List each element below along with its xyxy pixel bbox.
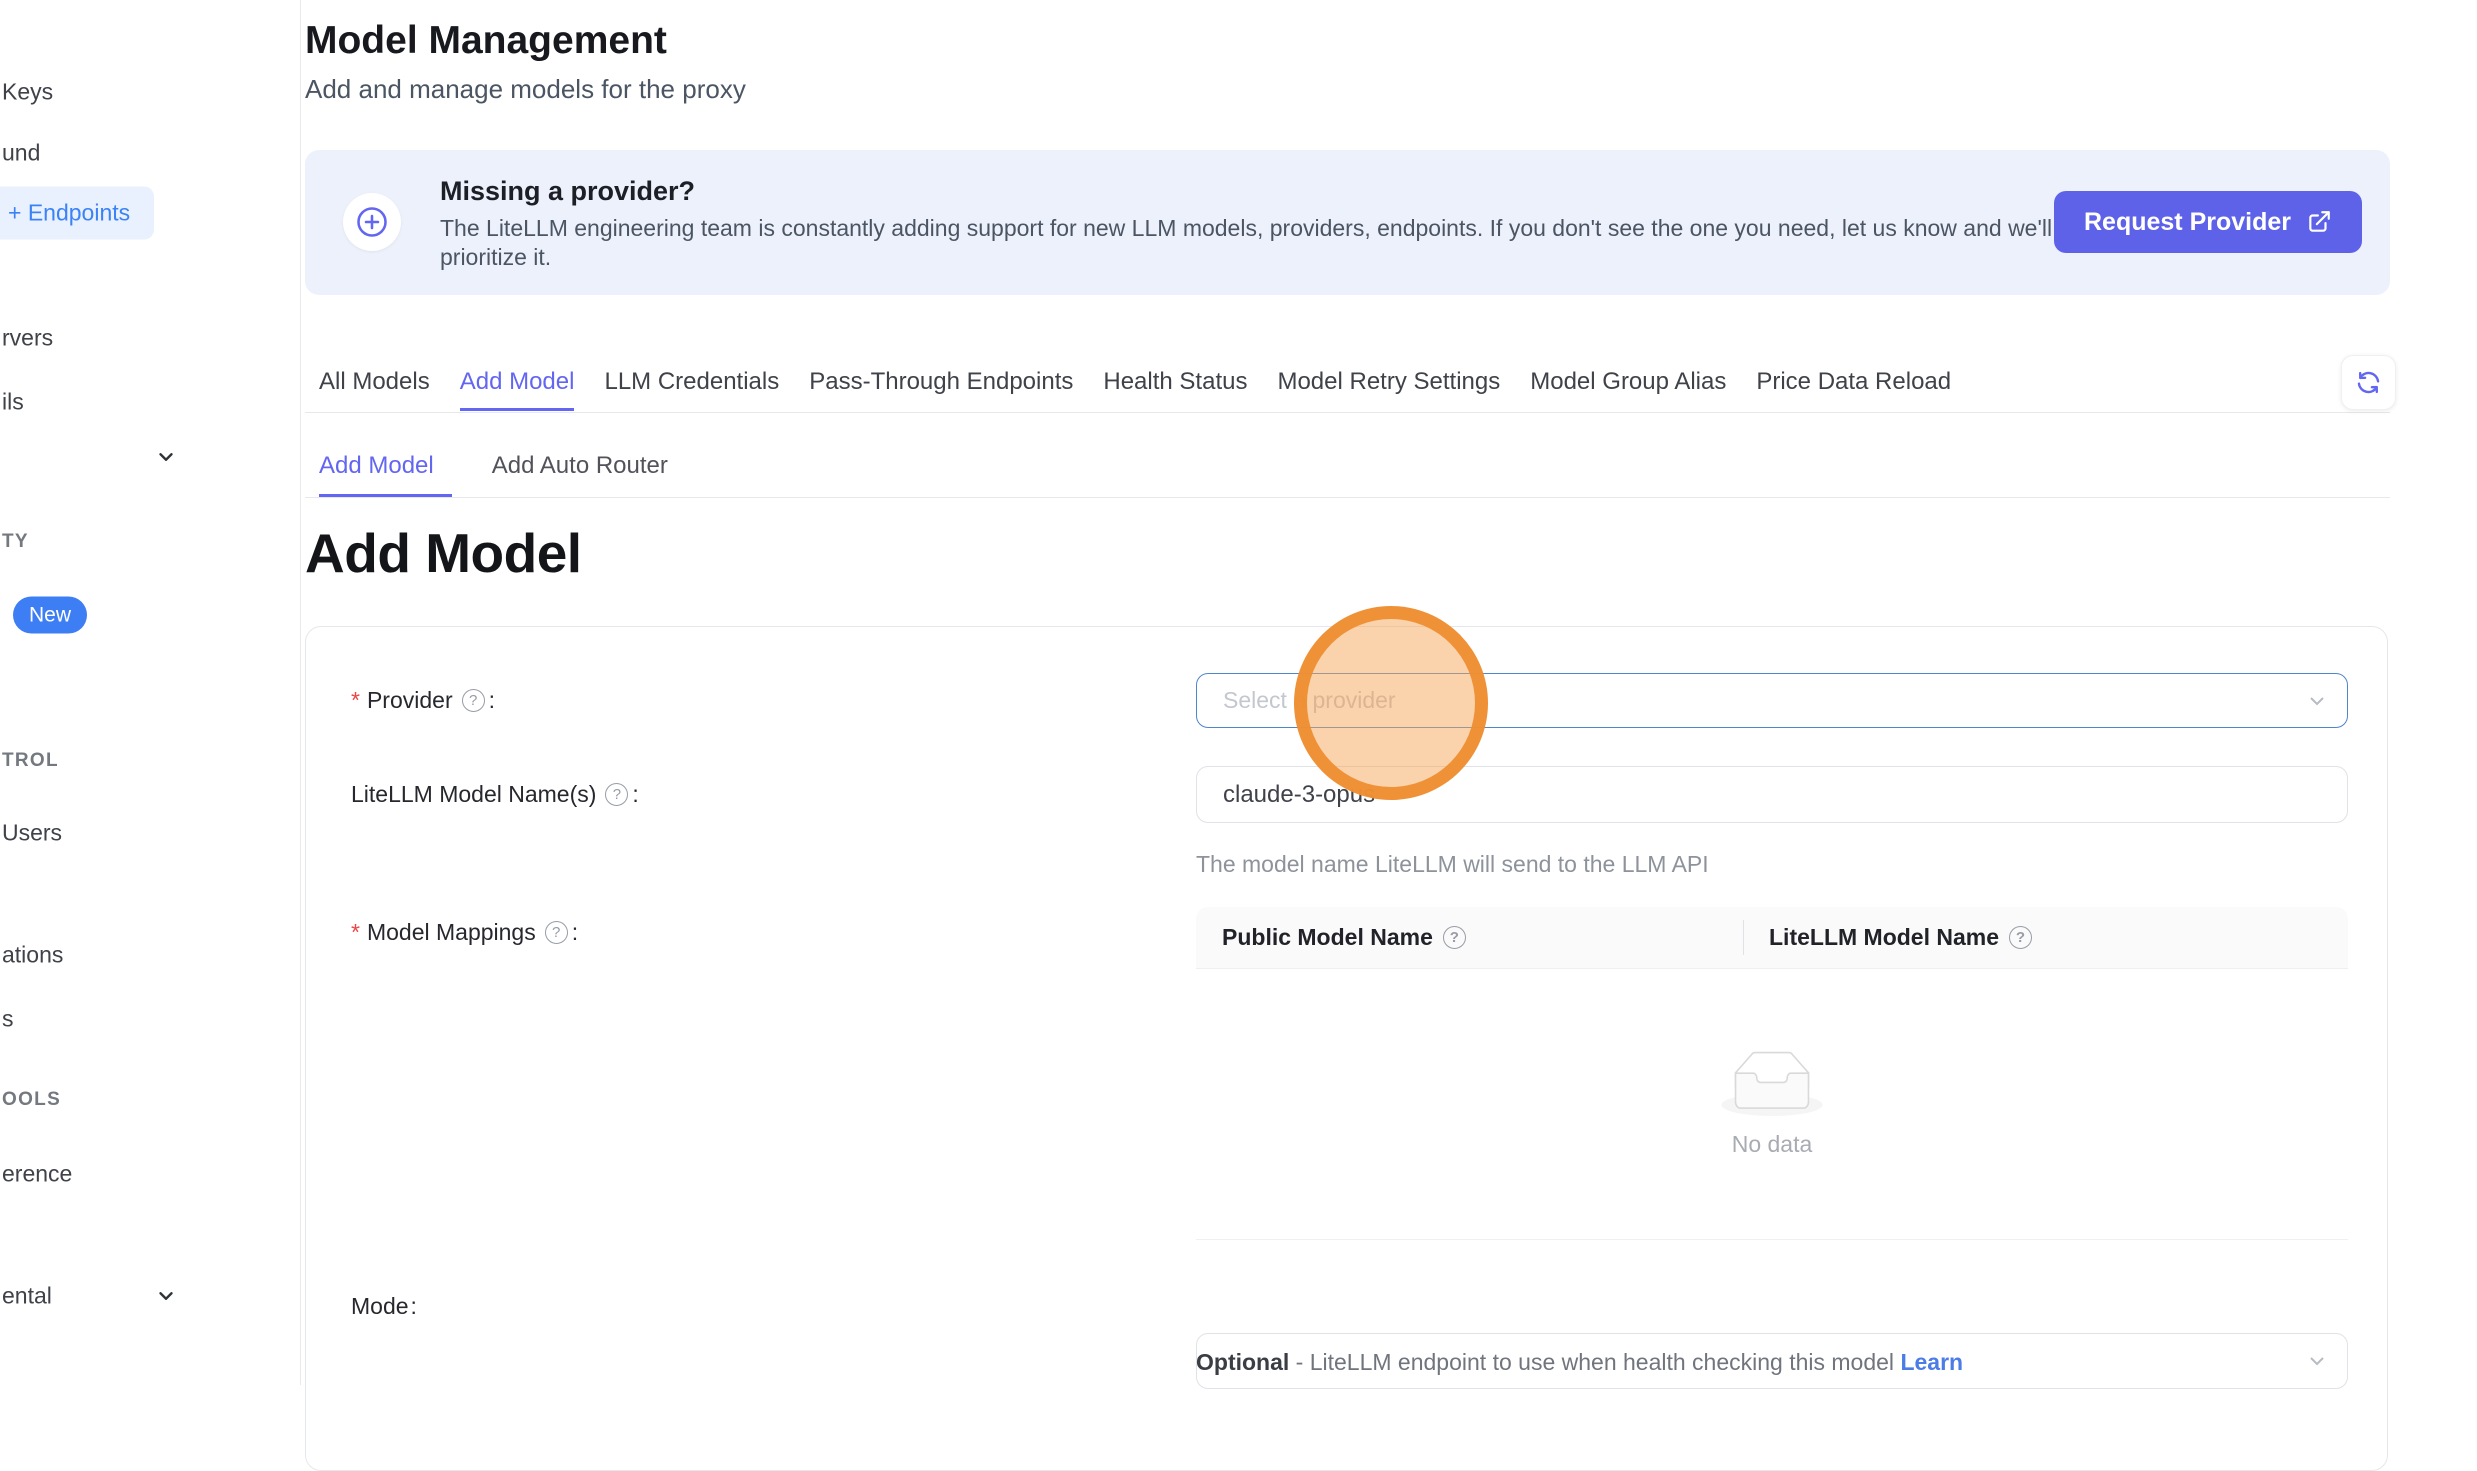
provider-placeholder: Select a provider: [1223, 687, 1396, 714]
provider-label: * Provider ? :: [351, 673, 495, 728]
sidebar-item-endpoints[interactable]: + Endpoints: [0, 187, 154, 240]
sidebar: Keys und + Endpoints rvers ils TY New TROL Users…: [0, 0, 301, 1385]
tabs-divider: [305, 412, 2390, 413]
sidebar-item-ations[interactable]: ations: [2, 942, 63, 969]
sidebar-item-erence[interactable]: erence: [2, 1161, 72, 1188]
page-subtitle: Add and manage models for the proxy: [305, 74, 746, 105]
tab-model-group-alias[interactable]: Model Group Alias: [1530, 368, 1726, 411]
model-mappings-label: * Model Mappings ? :: [351, 920, 578, 944]
subtab-add-auto-router[interactable]: Add Auto Router: [492, 452, 686, 498]
tab-pass-through-endpoints[interactable]: Pass-Through Endpoints: [809, 368, 1073, 411]
sidebar-section-ools: OOLS: [2, 1089, 61, 1111]
tab-model-retry-settings[interactable]: Model Retry Settings: [1277, 368, 1500, 411]
column-header-litellm-model-name: LiteLLM Model Name ?: [1743, 924, 2036, 951]
table-empty-state: No data: [1196, 969, 2348, 1240]
sidebar-item-keys[interactable]: Keys: [2, 79, 53, 106]
provider-select[interactable]: Select a provider: [1196, 673, 2348, 728]
question-circle-icon[interactable]: ?: [1443, 926, 1466, 949]
question-circle-icon[interactable]: ?: [605, 783, 628, 806]
sidebar-section-trol: TROL: [2, 750, 59, 772]
subtab-add-model[interactable]: Add Model: [319, 452, 452, 498]
main-content: Model Management Add and manage models f…: [305, 0, 2390, 1385]
plus-circle-icon: [343, 193, 401, 251]
refresh-icon: [2355, 369, 2382, 396]
chevron-down-icon[interactable]: [155, 446, 177, 468]
chevron-down-icon: [2305, 1349, 2329, 1373]
model-name-label: LiteLLM Model Name(s) ? :: [351, 766, 639, 823]
required-mark: *: [351, 919, 360, 946]
subtabs-divider: [305, 497, 2390, 498]
add-model-heading: Add Model: [305, 522, 582, 584]
tab-add-model[interactable]: Add Model: [460, 368, 575, 411]
sidebar-item-users[interactable]: Users: [2, 820, 62, 847]
question-circle-icon[interactable]: ?: [2009, 926, 2032, 949]
model-mappings-table: Public Model Name ? LiteLLM Model Name ?: [1196, 907, 2348, 1240]
empty-inbox-icon: [1721, 1051, 1823, 1121]
sidebar-item-ental[interactable]: ental: [2, 1283, 52, 1310]
sidebar-section-ty: TY: [2, 531, 29, 553]
chevron-down-icon: [2305, 689, 2329, 713]
column-header-public-model-name: Public Model Name ?: [1196, 924, 1743, 951]
model-name-input[interactable]: claude-3-opus: [1196, 766, 2348, 823]
model-name-helper: The model name LiteLLM will send to the …: [1196, 851, 1709, 878]
tabs-bar: All Models Add Model LLM Credentials Pass-T…: [319, 368, 1951, 411]
sidebar-item-und[interactable]: und: [2, 140, 40, 167]
sidebar-item-s[interactable]: s: [2, 1006, 14, 1033]
no-data-text: No data: [1732, 1131, 1813, 1158]
learn-link[interactable]: Learn: [1900, 1349, 1963, 1375]
add-model-form-card: * Provider ? : Select a provider LiteLLM…: [305, 626, 2388, 1471]
request-provider-label: Request Provider: [2084, 208, 2291, 237]
banner-body: The LiteLLM engineering team is constant…: [440, 214, 2055, 272]
request-provider-button[interactable]: Request Provider: [2054, 191, 2362, 253]
chevron-down-icon[interactable]: [155, 1285, 177, 1307]
refresh-button[interactable]: [2341, 355, 2396, 410]
column-separator: [1743, 920, 1744, 955]
mode-label: Mode :: [351, 1278, 417, 1334]
tab-health-status[interactable]: Health Status: [1103, 368, 1247, 411]
tab-all-models[interactable]: All Models: [319, 368, 430, 411]
page-title: Model Management: [305, 18, 667, 64]
sidebar-item-ils[interactable]: ils: [2, 389, 24, 416]
external-link-icon: [2306, 209, 2332, 235]
subtabs-bar: Add Model Add Auto Router: [319, 452, 686, 498]
sidebar-new-badge[interactable]: New: [13, 597, 87, 634]
banner-title: Missing a provider?: [440, 176, 695, 207]
required-mark: *: [351, 687, 360, 714]
table-header: Public Model Name ? LiteLLM Model Name ?: [1196, 907, 2348, 969]
question-circle-icon[interactable]: ?: [462, 689, 485, 712]
missing-provider-banner: Missing a provider? The LiteLLM engineer…: [305, 150, 2390, 295]
sidebar-item-rvers[interactable]: rvers: [2, 325, 53, 352]
tab-llm-credentials[interactable]: LLM Credentials: [604, 368, 779, 411]
question-circle-icon[interactable]: ?: [545, 921, 568, 944]
tab-price-data-reload[interactable]: Price Data Reload: [1756, 368, 1951, 411]
mode-helper: Optional - LiteLLM endpoint to use when …: [1196, 1349, 1963, 1376]
